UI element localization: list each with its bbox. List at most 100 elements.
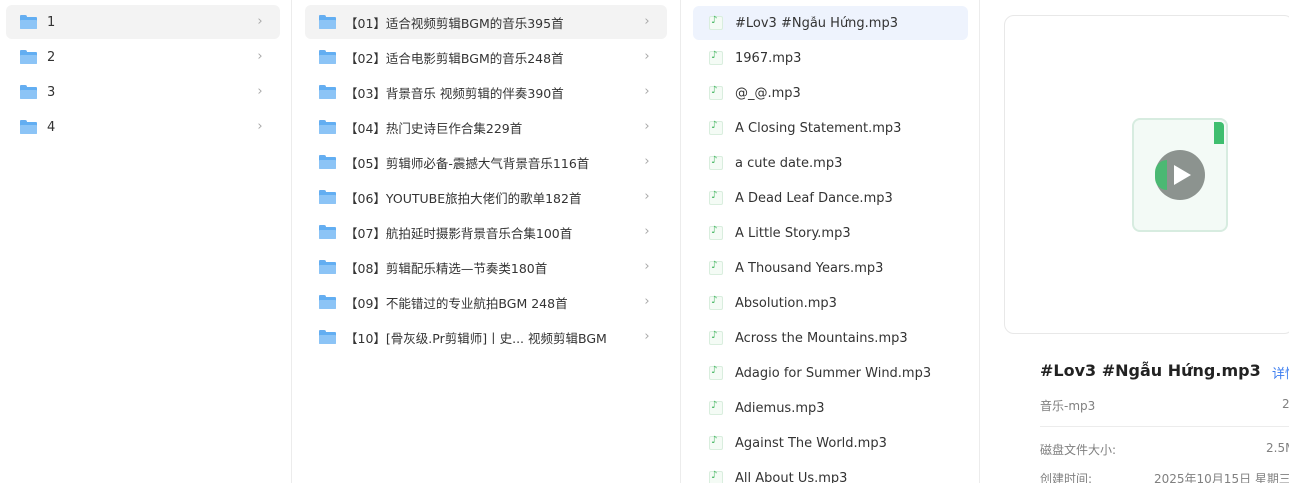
audio-file-item[interactable]: Adagio for Summer Wind.mp3 xyxy=(693,356,968,390)
created-label: 创建时间: xyxy=(1040,472,1093,483)
playlist-folder-item[interactable]: 【10】[骨灰级.Pr剪辑师]丨史... 视频剪辑BGM › xyxy=(305,320,667,354)
chevron-right-icon: › xyxy=(644,259,650,274)
folder-icon xyxy=(319,225,336,239)
music-file-icon xyxy=(709,155,723,170)
chevron-right-icon: › xyxy=(644,119,650,134)
chevron-right-icon: › xyxy=(644,84,650,99)
play-icon[interactable] xyxy=(1155,150,1205,200)
music-file-icon xyxy=(709,120,723,135)
created-value: 2025年10月15日 星期三 xyxy=(1154,472,1289,483)
folder-item-label: 1 xyxy=(47,14,56,30)
music-file-icon xyxy=(709,400,723,415)
folder-icon xyxy=(20,50,37,64)
audio-file-item-label: a cute date.mp3 xyxy=(735,155,843,171)
folder-item[interactable]: 4 › xyxy=(6,110,280,144)
audio-file-item[interactable]: A Little Story.mp3 xyxy=(693,216,968,250)
file-badge xyxy=(1214,122,1224,144)
audio-file-item[interactable]: Against The World.mp3 xyxy=(693,426,968,460)
audio-file-item[interactable]: Across the Mountains.mp3 xyxy=(693,321,968,355)
folder-item-label: 2 xyxy=(47,49,56,65)
folder-item[interactable]: 1 › xyxy=(6,5,280,39)
audio-file-item[interactable]: Adiemus.mp3 xyxy=(693,391,968,425)
audio-file-item-label: 1967.mp3 xyxy=(735,50,802,66)
playlist-folder-item-label: 【06】YOUTUBE旅拍大佬们的歌单182首 xyxy=(345,190,582,206)
audio-file-item[interactable]: #Lov3 #Ngẫu Hứng.mp3 xyxy=(693,6,968,40)
size-label: 磁盘文件大小: xyxy=(1040,443,1117,457)
audio-file-item[interactable]: a cute date.mp3 xyxy=(693,146,968,180)
folder-item-label: 3 xyxy=(47,84,56,100)
detail-link[interactable]: 详情 xyxy=(1272,363,1289,382)
preview-card[interactable] xyxy=(1004,15,1289,334)
playlist-folder-item-label: 【03】背景音乐 视频剪辑的伴奏390首 xyxy=(345,85,564,101)
playlist-folder-item[interactable]: 【06】YOUTUBE旅拍大佬们的歌单182首 › xyxy=(305,180,667,214)
chevron-right-icon: › xyxy=(257,119,263,134)
playlist-folder-item-label: 【04】热门史诗巨作合集229首 xyxy=(345,120,523,136)
chevron-right-icon: › xyxy=(644,189,650,204)
size-value: 2.5M xyxy=(1266,441,1289,455)
folder-column-playlists: 【01】适合视频剪辑BGM的音乐395首 › 【02】适合电影剪辑BGM的音乐248… xyxy=(293,0,681,483)
audio-file-item[interactable]: A Thousand Years.mp3 xyxy=(693,251,968,285)
folder-column-root: 1 › 2 › 3 › 4 › xyxy=(0,0,292,483)
playlist-folder-item[interactable]: 【02】适合电影剪辑BGM的音乐248首 › xyxy=(305,40,667,74)
audio-file-item-label: Adagio for Summer Wind.mp3 xyxy=(735,365,932,381)
music-file-icon xyxy=(709,225,723,240)
audio-file-item-label: A Closing Statement.mp3 xyxy=(735,120,902,136)
audio-file-item[interactable]: A Closing Statement.mp3 xyxy=(693,111,968,145)
audio-file-item-label: A Little Story.mp3 xyxy=(735,225,851,241)
chevron-right-icon: › xyxy=(644,294,650,309)
music-file-icon xyxy=(709,190,723,205)
playlist-folder-item[interactable]: 【07】航拍延时摄影背景音乐合集100首 › xyxy=(305,215,667,249)
audio-file-item[interactable]: @_@.mp3 xyxy=(693,76,968,110)
chevron-right-icon: › xyxy=(644,329,650,344)
playlist-folder-item-label: 【10】[骨灰级.Pr剪辑师]丨史... 视频剪辑BGM xyxy=(345,330,607,346)
playlist-folder-item[interactable]: 【01】适合视频剪辑BGM的音乐395首 › xyxy=(305,5,667,39)
playlist-folder-item[interactable]: 【05】剪辑师必备-震撼大气背景音乐116首 › xyxy=(305,145,667,179)
audio-file-item-label: All About Us.mp3 xyxy=(735,470,848,483)
playlist-folder-item[interactable]: 【08】剪辑配乐精选—节奏类180首 › xyxy=(305,250,667,284)
folder-icon xyxy=(319,190,336,204)
divider xyxy=(1040,426,1289,427)
audio-file-item-label: Absolution.mp3 xyxy=(735,295,837,311)
folder-icon xyxy=(319,260,336,274)
folder-icon xyxy=(20,85,37,99)
chevron-right-icon: › xyxy=(644,49,650,64)
music-file-icon xyxy=(709,260,723,275)
preview-panel: #Lov3 #Ngẫu Hứng.mp3 详情 音乐-mp3 2 磁盘文件大小:… xyxy=(981,0,1289,483)
playlist-folder-item[interactable]: 【04】热门史诗巨作合集229首 › xyxy=(305,110,667,144)
folder-icon xyxy=(319,155,336,169)
folder-icon xyxy=(20,15,37,29)
audio-file-item-label: #Lov3 #Ngẫu Hứng.mp3 xyxy=(735,15,898,31)
audio-file-item-label: A Thousand Years.mp3 xyxy=(735,260,884,276)
folder-icon xyxy=(319,15,336,29)
preview-file-name: #Lov3 #Ngẫu Hứng.mp3 xyxy=(1040,361,1261,380)
music-file-icon xyxy=(709,85,723,100)
playlist-folder-item[interactable]: 【03】背景音乐 视频剪辑的伴奏390首 › xyxy=(305,75,667,109)
audio-file-item[interactable]: Absolution.mp3 xyxy=(693,286,968,320)
audio-file-item-label: Against The World.mp3 xyxy=(735,435,887,451)
music-file-icon xyxy=(709,470,723,483)
folder-item-label: 4 xyxy=(47,119,56,135)
playlist-folder-item-label: 【01】适合视频剪辑BGM的音乐395首 xyxy=(345,15,564,31)
folder-item[interactable]: 2 › xyxy=(6,40,280,74)
folder-icon xyxy=(319,120,336,134)
audio-file-item[interactable]: All About Us.mp3 xyxy=(693,461,968,483)
playlist-folder-item-label: 【08】剪辑配乐精选—节奏类180首 xyxy=(345,260,548,276)
audio-file-item[interactable]: A Dead Leaf Dance.mp3 xyxy=(693,181,968,215)
music-file-icon xyxy=(709,295,723,310)
audio-file-item-label: @_@.mp3 xyxy=(735,85,801,101)
audio-file-item-label: Across the Mountains.mp3 xyxy=(735,330,908,346)
folder-icon xyxy=(319,295,336,309)
chevron-right-icon: › xyxy=(257,14,263,29)
audio-file-item[interactable]: 1967.mp3 xyxy=(693,41,968,75)
folder-icon xyxy=(20,120,37,134)
chevron-right-icon: › xyxy=(257,49,263,64)
playlist-folder-item[interactable]: 【09】不能错过的专业航拍BGM 248首 › xyxy=(305,285,667,319)
folder-item[interactable]: 3 › xyxy=(6,75,280,109)
playlist-folder-item-label: 【02】适合电影剪辑BGM的音乐248首 xyxy=(345,50,564,66)
audio-file-item-label: A Dead Leaf Dance.mp3 xyxy=(735,190,893,206)
folder-icon xyxy=(319,85,336,99)
chevron-right-icon: › xyxy=(644,224,650,239)
chevron-right-icon: › xyxy=(644,14,650,29)
playlist-folder-item-label: 【09】不能错过的专业航拍BGM 248首 xyxy=(345,295,568,311)
audio-file-item-label: Adiemus.mp3 xyxy=(735,400,825,416)
